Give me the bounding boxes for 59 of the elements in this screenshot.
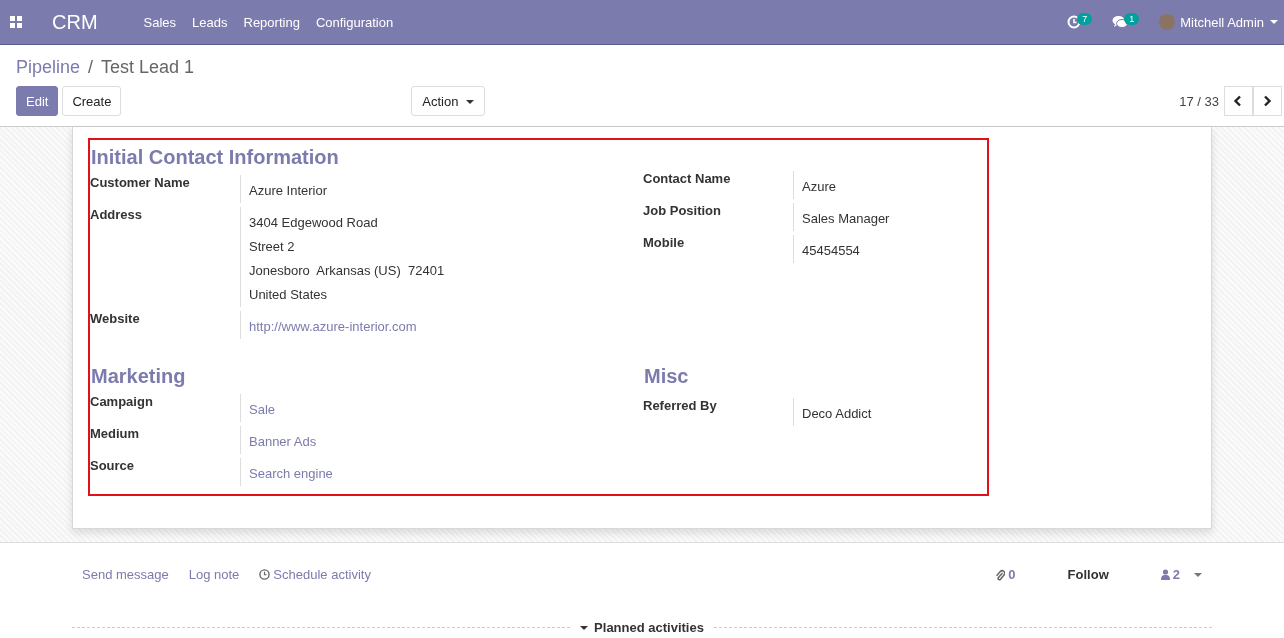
menu-item[interactable]: Sales [135, 14, 185, 30]
field-value: Deco Addict [802, 405, 872, 423]
planned-activities-toggle[interactable]: Planned activities [580, 620, 704, 635]
field-label: Contact Name [643, 171, 732, 188]
breadcrumb-current: Test Lead 1 [101, 57, 195, 78]
menu-item[interactable]: Configuration [307, 14, 402, 30]
field-link[interactable]: Sale [249, 398, 276, 422]
field-value: 45454554 [802, 242, 860, 260]
menu-item[interactable]: Leads [184, 14, 236, 30]
chatter-link[interactable]: Schedule activity [259, 567, 371, 582]
field-value: Street 2 [249, 238, 296, 256]
count-badge: 7 [1077, 13, 1093, 25]
form-button[interactable]: Create [62, 86, 122, 116]
pager-counter: 17 / 33 [1179, 93, 1219, 109]
breadcrumb-separator: / [88, 57, 94, 78]
previous-button[interactable] [1224, 86, 1253, 116]
field-value: 3404 Edgewood Road [249, 214, 379, 232]
follow-button[interactable]: Follow [1067, 567, 1109, 582]
field-label: Campaign [90, 394, 154, 411]
person-icon [1160, 569, 1170, 580]
field-label: Referred By [643, 398, 718, 415]
apps-menu-icon[interactable] [10, 16, 22, 28]
field-value: Azure [802, 178, 836, 196]
attachments-button[interactable]: 0 [995, 567, 1016, 582]
field-value: Jonesboro Arkansas (US) 72401 [249, 262, 445, 280]
field-label: Medium [90, 426, 141, 443]
field-label: Source [90, 458, 136, 475]
field-link[interactable]: Banner Ads [249, 430, 317, 454]
form-button[interactable]: Edit [16, 86, 59, 116]
caret-icon[interactable] [1194, 572, 1202, 577]
section-heading: Initial Contact Information [90, 145, 340, 170]
chatter-link[interactable]: Send message [82, 567, 169, 582]
section-heading: Misc [643, 364, 690, 389]
chevron-left-icon [1233, 95, 1244, 107]
field-label: Mobile [643, 235, 686, 252]
avatar [1159, 14, 1176, 30]
chevron-right-icon [1262, 95, 1273, 107]
app-name[interactable]: CRM [44, 10, 106, 34]
followers-button[interactable]: 2 [1160, 567, 1180, 582]
field-value: United States [249, 286, 329, 304]
field-label: Job Position [643, 203, 722, 220]
field-label: Address [90, 207, 144, 224]
clock-icon [259, 569, 271, 580]
paperclip-icon [995, 568, 1006, 581]
field-link[interactable]: http://www.azure-interior.com [249, 315, 417, 339]
field-value: Sales Manager [802, 210, 890, 228]
count-badge: 1 [1124, 13, 1140, 25]
next-button[interactable] [1253, 86, 1282, 116]
section-heading: Marketing [90, 364, 187, 389]
chatter-link[interactable]: Log note [188, 567, 240, 582]
clock-icon[interactable] [1067, 15, 1082, 29]
menu-item[interactable]: Reporting [235, 14, 308, 30]
breadcrumb-link[interactable]: Pipeline [16, 57, 81, 78]
field-value: Azure Interior [249, 182, 328, 200]
user-menu[interactable]: Mitchell Admin [1180, 14, 1264, 30]
action-dropdown[interactable]: Action [411, 86, 486, 116]
field-label: Customer Name [90, 175, 191, 192]
field-label: Website [90, 311, 141, 328]
field-link[interactable]: Search engine [249, 462, 333, 486]
